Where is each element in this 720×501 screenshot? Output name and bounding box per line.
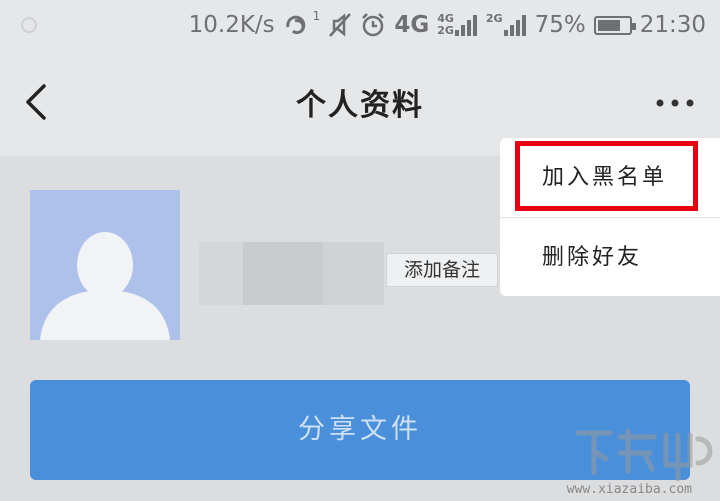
status-bar: 10.2K/s 1 4G 4G 2G 2G 75% 21:30 [0,0,720,50]
network-2g: 2G [486,13,527,37]
network-type: 4G [394,12,430,38]
alarm-icon [360,12,386,38]
battery-icon [593,15,636,35]
avatar[interactable] [30,190,180,340]
signal-bars-icon [454,15,477,36]
battery-percent: 75% [534,12,586,38]
more-dropdown-menu: 加入黑名单 删除好友 [500,138,720,296]
menu-item-delete-friend[interactable]: 删除好友 [500,217,720,296]
network-type-bottom: 2G [437,24,454,37]
add-remark-button[interactable]: 添加备注 [386,253,498,287]
default-avatar-icon [40,232,170,340]
more-icon[interactable] [650,88,700,118]
sim-link-icon: 1 [283,9,321,38]
watermark-url: www.xiazaiba.com [566,482,692,497]
notification-icon [21,17,37,33]
page-title: 个人资料 [296,88,424,123]
signal-bars-2-icon [503,15,526,36]
mute-icon [328,12,352,38]
dual-network: 4G 2G [437,13,478,37]
clock: 21:30 [639,12,706,38]
menu-item-blacklist[interactable]: 加入黑名单 [500,138,720,217]
nickname-redacted [199,242,384,305]
network-speed: 10.2K/s [188,12,275,38]
sim-badge: 1 [312,9,321,23]
battery-fill [597,19,621,31]
status-icons: 10.2K/s 1 4G 4G 2G 2G 75% 21:30 [189,8,706,42]
